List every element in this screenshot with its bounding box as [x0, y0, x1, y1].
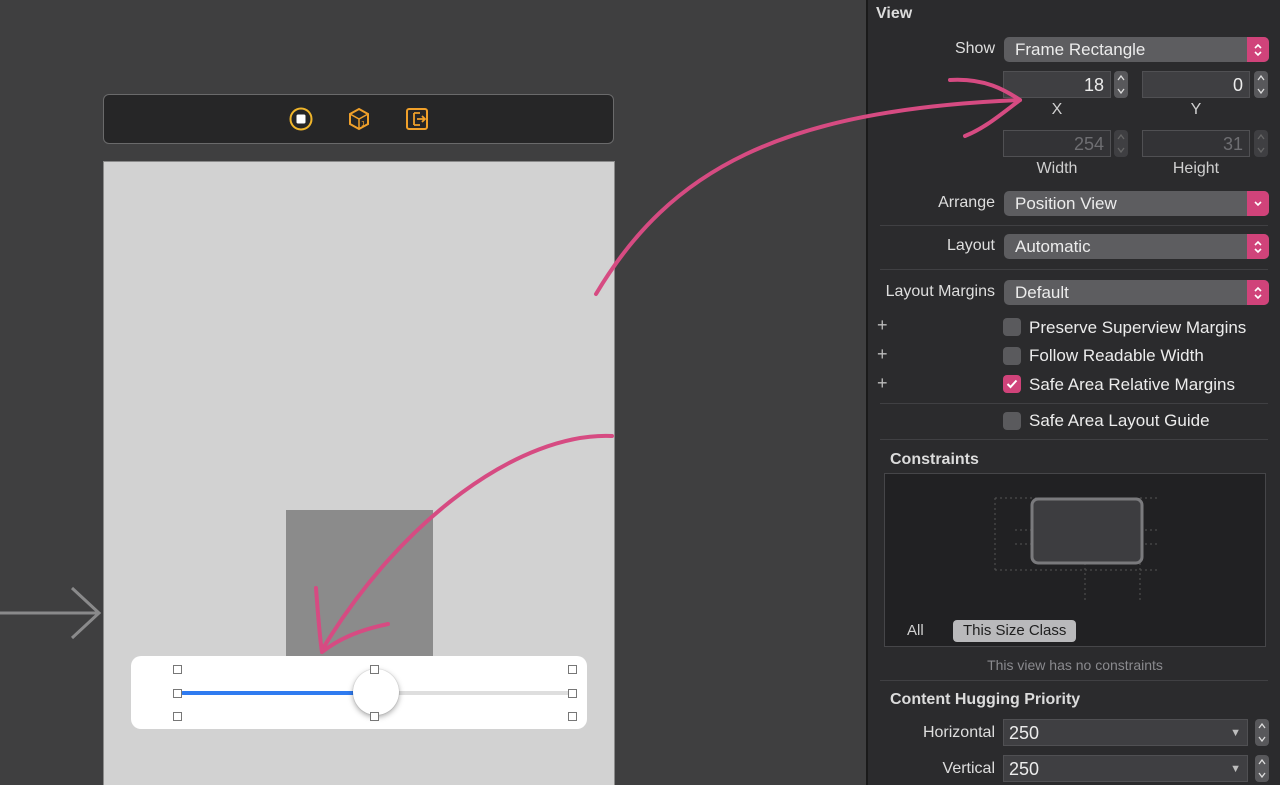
slider-max-track — [376, 691, 573, 695]
layout-margins-popup-value: Default — [1015, 283, 1069, 302]
stepper-up-icon — [1117, 74, 1125, 81]
section-title-content-hugging: Content Hugging Priority — [890, 691, 1081, 708]
arrange-label: Arrange — [938, 194, 995, 211]
width-stepper[interactable] — [1114, 130, 1128, 157]
width-label: Width — [1036, 160, 1078, 177]
layout-popup-value: Automatic — [1015, 237, 1091, 256]
arrange-popup[interactable]: Position View — [1004, 191, 1269, 216]
resize-handle[interactable] — [173, 712, 182, 721]
first-responder-icon[interactable]: 1 — [347, 107, 371, 131]
stepper-up-icon — [1258, 758, 1266, 765]
vertical-hugging-combo[interactable]: 250 ▼ — [1003, 755, 1248, 782]
stepper-down-icon — [1257, 88, 1265, 95]
layout-margins-label: Layout Margins — [885, 283, 995, 300]
stepper-up-icon — [1117, 133, 1125, 140]
height-field[interactable]: 31 — [1142, 130, 1250, 157]
horizontal-hugging-value: 250 — [1009, 723, 1040, 743]
no-constraints-note: This view has no constraints — [987, 657, 1163, 673]
stepper-down-icon — [1258, 736, 1266, 743]
updown-chevron-icon — [1247, 280, 1269, 305]
constraints-diagram[interactable]: All This Size Class — [884, 473, 1266, 647]
stepper-up-icon — [1258, 722, 1266, 729]
resize-handle[interactable] — [568, 665, 577, 674]
layout-label: Layout — [946, 237, 995, 254]
chevron-down-icon — [1247, 191, 1269, 216]
exit-icon[interactable] — [405, 107, 429, 131]
divider — [880, 269, 1268, 270]
updown-chevron-icon — [1247, 234, 1269, 259]
checkmark-icon — [1006, 379, 1018, 389]
y-label: Y — [1190, 101, 1202, 118]
horizontal-hugging-label: Horizontal — [922, 724, 995, 741]
stepper-up-icon — [1257, 133, 1265, 140]
stepper-down-icon — [1258, 772, 1266, 779]
show-popup[interactable]: Frame Rectangle — [1004, 37, 1269, 62]
stepper-down-icon — [1117, 88, 1125, 95]
show-label: Show — [954, 40, 995, 57]
stepper-down-icon — [1257, 147, 1265, 154]
x-stepper[interactable] — [1114, 71, 1128, 98]
preserve-superview-margins-label: Preserve Superview Margins — [1029, 318, 1247, 337]
storyboard-canvas[interactable]: 1 — [0, 0, 866, 785]
chevron-down-icon: ▼ — [1230, 727, 1241, 739]
resize-handle[interactable] — [370, 665, 379, 674]
x-field[interactable]: 18 — [1003, 71, 1111, 98]
resize-handle[interactable] — [370, 712, 379, 721]
show-popup-value: Frame Rectangle — [1015, 40, 1146, 59]
divider — [880, 439, 1268, 440]
x-label: X — [1051, 101, 1063, 118]
vertical-hugging-label: Vertical — [942, 760, 995, 777]
resize-handle[interactable] — [568, 712, 577, 721]
layout-popup[interactable]: Automatic — [1004, 234, 1269, 259]
constraints-tab-this-size-class[interactable]: This Size Class — [953, 620, 1077, 642]
constraint-editor-icon — [994, 497, 1157, 602]
section-title-view: View — [876, 5, 913, 22]
vertical-hugging-stepper[interactable] — [1255, 755, 1269, 782]
stepper-down-icon — [1117, 147, 1125, 154]
width-field[interactable]: 254 — [1003, 130, 1111, 157]
divider — [880, 403, 1268, 404]
updown-chevron-icon — [1247, 37, 1269, 62]
y-field[interactable]: 0 — [1142, 71, 1250, 98]
horizontal-hugging-combo[interactable]: 250 ▼ — [1003, 719, 1248, 746]
preserve-superview-margins-checkbox[interactable] — [1003, 318, 1021, 336]
resize-handle[interactable] — [173, 689, 182, 698]
svg-text:1: 1 — [361, 120, 365, 128]
follow-readable-width-label: Follow Readable Width — [1029, 346, 1204, 365]
divider — [880, 225, 1268, 226]
plus-icon[interactable]: + — [877, 344, 888, 365]
slider-view[interactable] — [131, 656, 587, 729]
safe-area-relative-margins-checkbox[interactable] — [1003, 375, 1021, 393]
scene-dock: 1 — [103, 94, 614, 144]
height-label: Height — [1172, 160, 1220, 177]
layout-margins-popup[interactable]: Default — [1004, 280, 1269, 305]
divider — [880, 680, 1268, 681]
stepper-up-icon — [1257, 74, 1265, 81]
arrange-popup-value: Position View — [1015, 194, 1117, 213]
slider-min-track — [181, 691, 376, 695]
gray-square-view[interactable] — [286, 510, 433, 668]
safe-area-layout-guide-label: Safe Area Layout Guide — [1029, 411, 1210, 430]
chevron-down-icon: ▼ — [1230, 763, 1241, 775]
height-stepper[interactable] — [1254, 130, 1268, 157]
size-inspector: View Show Frame Rectangle 18 0 X Y 254 3… — [866, 0, 1280, 785]
slider-thumb[interactable] — [353, 669, 399, 715]
section-title-constraints: Constraints — [890, 451, 979, 468]
safe-area-layout-guide-checkbox[interactable] — [1003, 412, 1021, 430]
entry-point-arrow-icon[interactable] — [0, 584, 104, 642]
y-stepper[interactable] — [1254, 71, 1268, 98]
resize-handle[interactable] — [173, 665, 182, 674]
view-controller-icon[interactable] — [289, 107, 313, 131]
constraints-tab-all[interactable]: All — [907, 622, 924, 639]
safe-area-relative-margins-label: Safe Area Relative Margins — [1029, 375, 1235, 394]
plus-icon[interactable]: + — [877, 373, 888, 394]
horizontal-hugging-stepper[interactable] — [1255, 719, 1269, 746]
vertical-hugging-value: 250 — [1009, 759, 1040, 779]
plus-icon[interactable]: + — [877, 315, 888, 336]
resize-handle[interactable] — [568, 689, 577, 698]
follow-readable-width-checkbox[interactable] — [1003, 347, 1021, 365]
